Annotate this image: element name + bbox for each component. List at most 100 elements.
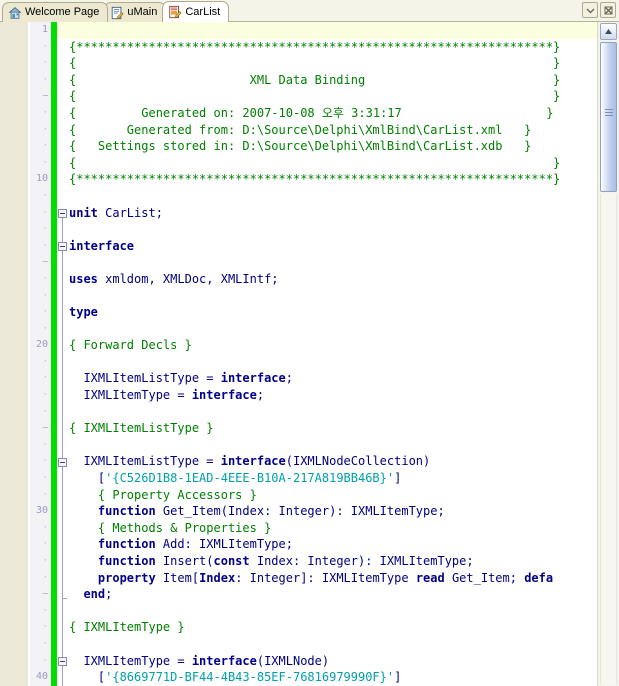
- code-line[interactable]: [57, 354, 597, 371]
- line-number: ·: [42, 41, 48, 52]
- code-line[interactable]: function Get_Item(Index: Integer): IXMLI…: [57, 503, 597, 520]
- code-line[interactable]: {***************************************…: [57, 171, 597, 188]
- code-token: (IXMLNode): [256, 653, 330, 668]
- xml-binding-icon: [168, 5, 182, 19]
- code-line[interactable]: ['{C526D1B8-1EAD-4EEE-B10A-217A819BB46B}…: [57, 470, 597, 487]
- code-token: unit: [69, 205, 98, 220]
- restore-down-button[interactable]: [582, 2, 598, 18]
- code-line[interactable]: end;: [57, 586, 597, 603]
- line-number: ·: [42, 124, 48, 135]
- code-line[interactable]: { Settings stored in: D:\Source\Delphi\X…: [57, 138, 597, 155]
- code-line[interactable]: property Item[Index: Integer]: IXMLItemT…: [57, 570, 597, 587]
- code-text-area[interactable]: {***************************************…: [57, 22, 597, 686]
- line-number-gutter: 1 · · · – · · · · 10 · · · · – · · · · 20 · · · · – · · · · 30 · · · · – · ·…: [30, 22, 51, 686]
- line-number: –: [42, 91, 48, 102]
- code-line[interactable]: { Forward Decls }: [57, 337, 597, 354]
- line-number: ·: [42, 473, 48, 484]
- code-token: { Generated on: 2007-10-08 오후 3:31:17 }: [69, 105, 554, 120]
- code-line[interactable]: { Methods & Properties }: [57, 520, 597, 537]
- code-line[interactable]: IXMLItemListType = interface(IXMLNodeCol…: [57, 453, 597, 470]
- code-token: [: [69, 670, 106, 685]
- code-line[interactable]: type: [57, 304, 597, 321]
- code-line[interactable]: [57, 636, 597, 653]
- line-number: ·: [42, 539, 48, 550]
- code-token: property: [97, 570, 156, 585]
- line-number: 40: [35, 671, 48, 683]
- code-token: function: [97, 504, 156, 519]
- code-token: end: [83, 587, 106, 602]
- vertical-scrollbar[interactable]: [597, 22, 619, 686]
- code-line[interactable]: uses xmldom, XMLDoc, XMLIntf;: [57, 271, 597, 288]
- scrollbar-track[interactable]: [600, 194, 617, 684]
- line-number: ·: [42, 456, 48, 467]
- line-number: ·: [42, 406, 48, 417]
- line-number: ·: [42, 273, 48, 284]
- code-line[interactable]: [57, 603, 597, 620]
- code-token: [: [69, 471, 106, 486]
- source-editor[interactable]: 1 · · · – · · · · 10 · · · · – · · · · 20 · · · · – · · · · 30 · · · · – · ·…: [0, 22, 619, 686]
- code-line[interactable]: { }: [57, 55, 597, 72]
- line-number: ·: [42, 439, 48, 450]
- code-line[interactable]: { IXMLItemType }: [57, 619, 597, 636]
- line-number: 30: [35, 505, 48, 517]
- code-line[interactable]: unit CarList;: [57, 205, 597, 222]
- editor-tab-umain[interactable]: uMain: [104, 2, 167, 22]
- line-number: ·: [42, 556, 48, 566]
- line-number: ·: [42, 522, 48, 533]
- code-line[interactable]: { Generated from: D:\Source\Delphi\XmlBi…: [57, 122, 597, 139]
- code-line[interactable]: [57, 188, 597, 205]
- line-number: ·: [42, 390, 48, 401]
- code-token: Get_Item(Index: Integer): IXMLItemType;: [155, 504, 445, 519]
- code-line[interactable]: { XML Data Binding }: [57, 72, 597, 89]
- code-line[interactable]: [57, 221, 597, 238]
- line-number: ·: [42, 290, 48, 301]
- code-line[interactable]: { Generated on: 2007-10-08 오후 3:31:17 }: [57, 105, 597, 122]
- code-line[interactable]: [57, 321, 597, 338]
- code-line[interactable]: IXMLItemType = interface;: [57, 387, 597, 404]
- code-token: {***************************************…: [69, 39, 561, 54]
- line-number: ·: [42, 190, 48, 201]
- code-token: IXMLItemListType =: [69, 454, 221, 469]
- line-number: ·: [42, 157, 48, 168]
- code-token: {***************************************…: [69, 172, 561, 187]
- scroll-up-button[interactable]: [600, 23, 617, 40]
- line-number: –: [42, 257, 48, 268]
- code-token: IXMLItemType =: [69, 653, 192, 668]
- code-line[interactable]: function Insert(const Index: Integer): I…: [57, 553, 597, 570]
- code-line[interactable]: IXMLItemListType = interface;: [57, 370, 597, 387]
- code-token: function: [97, 554, 156, 568]
- code-token: interface: [191, 388, 257, 403]
- code-line[interactable]: function Add: IXMLItemType;: [57, 536, 597, 553]
- line-number: –: [42, 589, 48, 600]
- editor-tab-welcome-page[interactable]: Welcome Page: [2, 2, 109, 22]
- code-line[interactable]: { }: [57, 88, 597, 105]
- code-line[interactable]: [57, 22, 597, 39]
- code-line[interactable]: [57, 288, 597, 305]
- code-line[interactable]: { Property Accessors }: [57, 487, 597, 504]
- code-line[interactable]: [57, 254, 597, 271]
- code-line[interactable]: { }: [57, 155, 597, 172]
- code-token: Index: [199, 570, 236, 585]
- code-line[interactable]: ['{8669771D-BF44-4B43-85EF-76816979990F}…: [57, 669, 597, 686]
- code-line[interactable]: IXMLItemType = interface(IXMLNode): [57, 653, 597, 670]
- line-number: ·: [42, 622, 48, 633]
- close-button[interactable]: [600, 2, 616, 18]
- code-token: { }: [69, 56, 561, 71]
- tab-list: Welcome Page uMain CarList: [2, 0, 230, 22]
- code-line[interactable]: {***************************************…: [57, 39, 597, 56]
- line-number: ·: [42, 373, 48, 384]
- editor-tab-carlist[interactable]: CarList: [162, 1, 230, 22]
- code-line[interactable]: { IXMLItemListType }: [57, 420, 597, 437]
- code-token: ]: [394, 670, 402, 685]
- code-token: { }: [69, 155, 561, 170]
- code-token: function: [97, 537, 156, 552]
- code-line[interactable]: [57, 437, 597, 454]
- code-line[interactable]: [57, 404, 597, 421]
- code-token: { Property Accessors }: [69, 487, 257, 502]
- code-line[interactable]: interface: [57, 238, 597, 255]
- line-number: ·: [42, 323, 48, 334]
- tab-label: CarList: [185, 5, 221, 18]
- scrollbar-thumb[interactable]: [600, 42, 617, 192]
